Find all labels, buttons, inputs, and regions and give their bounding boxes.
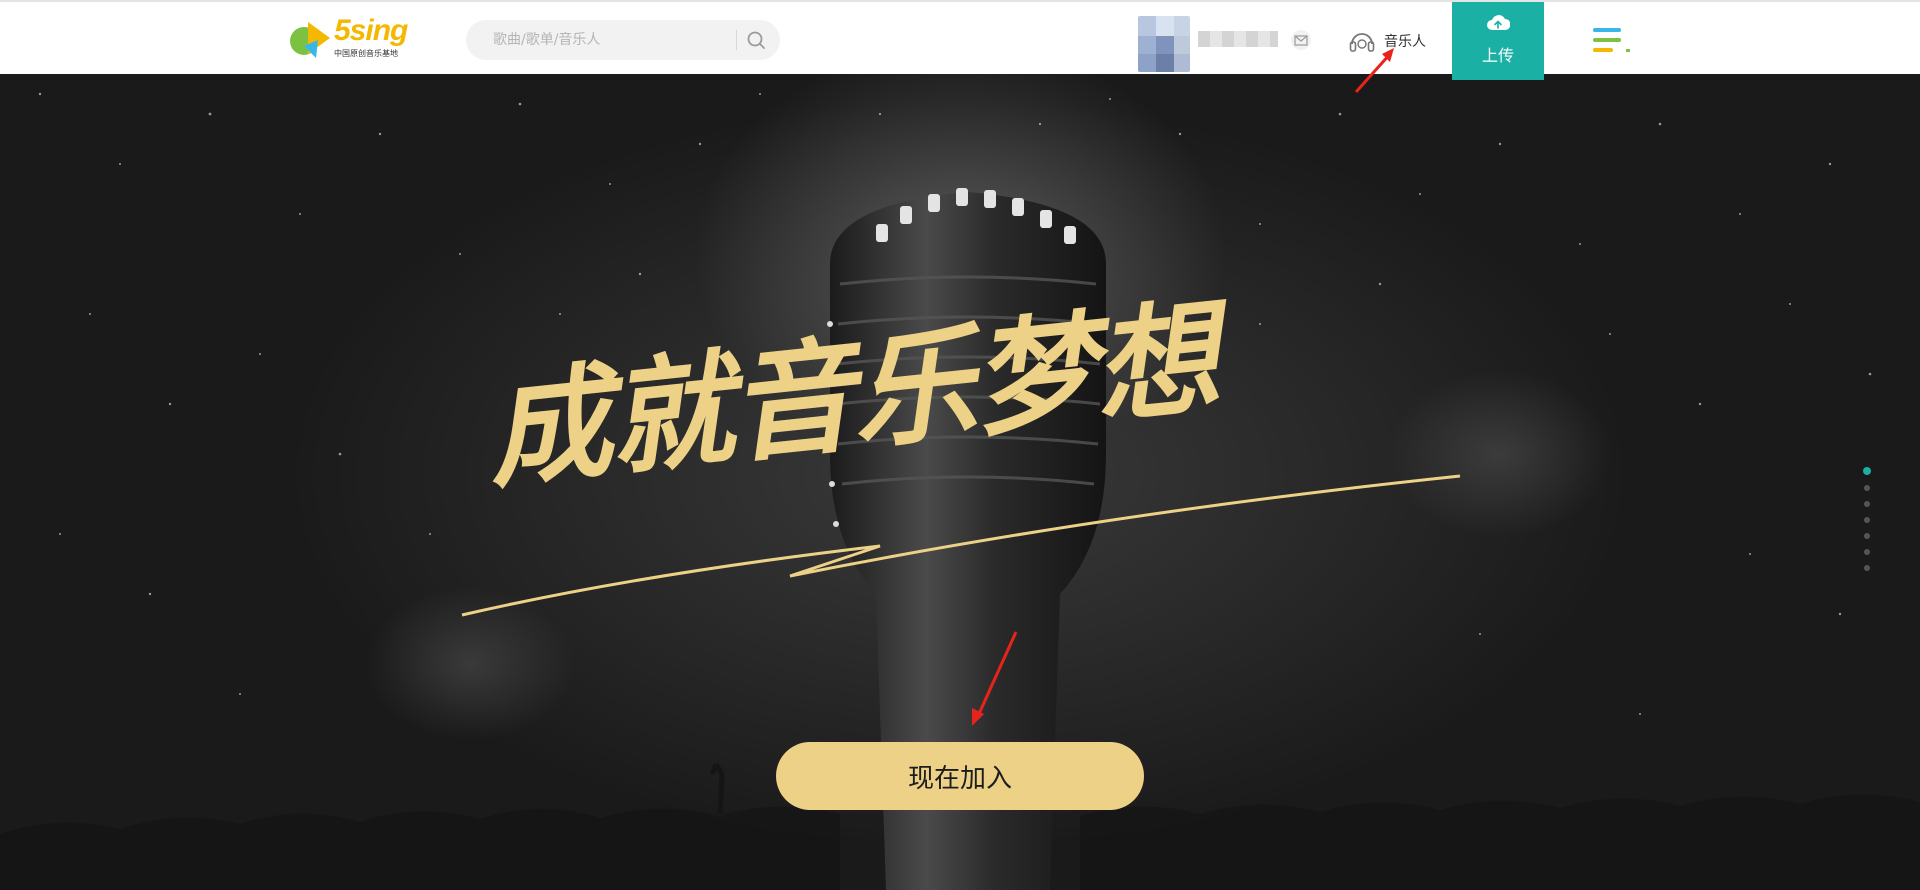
mail-icon (1291, 30, 1311, 50)
hero-banner: 成就音乐梦想 现在加入 (0, 74, 1920, 890)
pager-dot[interactable] (1864, 533, 1870, 539)
cloud-upload-icon (1487, 15, 1510, 30)
logo-icon (290, 22, 330, 58)
search-icon (747, 31, 765, 49)
username-blurred[interactable] (1198, 31, 1278, 47)
search-button[interactable] (744, 28, 768, 52)
logo-subtitle: 中国原创音乐基地 (334, 49, 398, 58)
pager-dot[interactable] (1864, 517, 1870, 523)
pager-dot[interactable] (1864, 485, 1870, 491)
slide-pager (1862, 467, 1872, 581)
messages-button[interactable] (1288, 30, 1314, 50)
pager-dot[interactable] (1864, 565, 1870, 571)
user-avatar[interactable] (1138, 16, 1190, 72)
menu-icon (1593, 28, 1630, 52)
musician-label: 音乐人 (1384, 34, 1426, 50)
top-header: 5sing 中国原创音乐基地 歌曲/歌单/音乐人 音乐人 上传 (0, 0, 1920, 80)
musician-link[interactable]: 音乐人 (1348, 26, 1426, 56)
main-menu-button[interactable] (1590, 26, 1636, 56)
search-input[interactable] (466, 20, 736, 60)
logo-text: 5sing (334, 14, 408, 47)
join-now-button[interactable]: 现在加入 (776, 742, 1144, 810)
site-logo[interactable]: 5sing 中国原创音乐基地 (288, 14, 414, 60)
upload-label: 上传 (1481, 46, 1514, 65)
search-divider (736, 30, 737, 50)
upload-button[interactable]: 上传 (1452, 2, 1544, 80)
pager-dot[interactable] (1863, 467, 1871, 475)
pager-dot[interactable] (1864, 501, 1870, 507)
search-box (466, 20, 780, 60)
pager-dot[interactable] (1864, 549, 1870, 555)
headphones-icon (1349, 33, 1375, 52)
